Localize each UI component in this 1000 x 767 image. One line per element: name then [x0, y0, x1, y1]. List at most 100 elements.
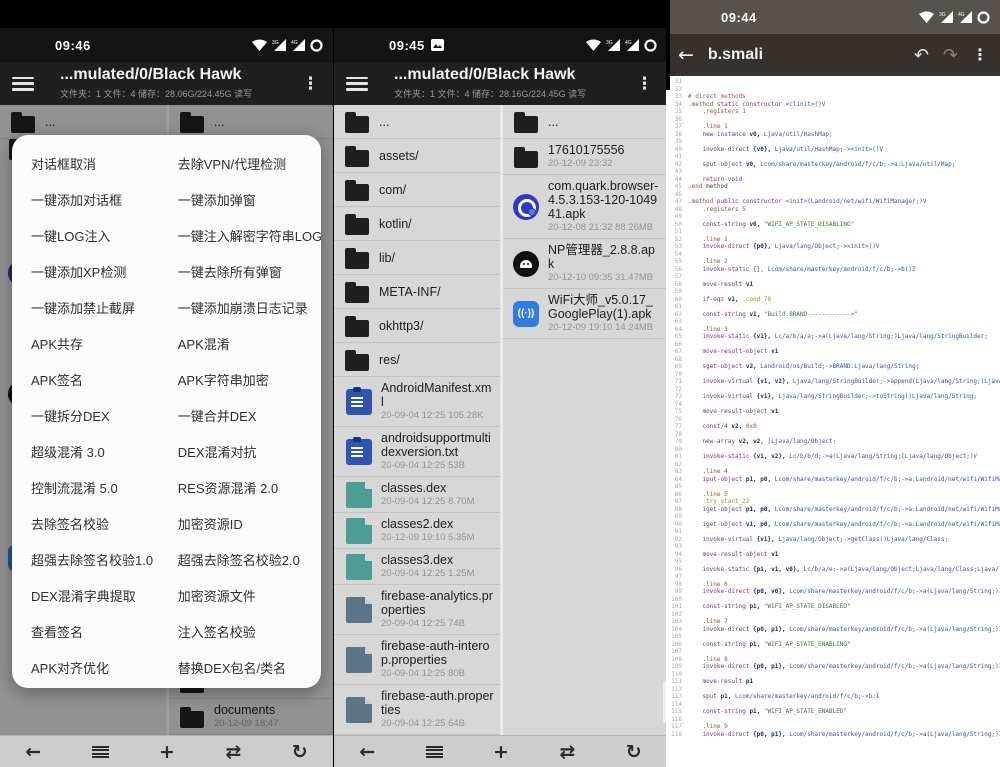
- code-line[interactable]: 40 invoke-direct {v0}, Ljava/util/HashMa…: [666, 146, 1000, 154]
- menu-item[interactable]: APK对齐优化: [12, 658, 159, 677]
- code-line[interactable]: 112: [666, 686, 1000, 694]
- menu-item[interactable]: 加密资源ID: [159, 514, 321, 533]
- code-line[interactable]: 39: [666, 138, 1000, 146]
- file-row[interactable]: META-INF/: [334, 275, 500, 309]
- menu-item[interactable]: DEX混淆对抗: [159, 442, 321, 461]
- code-line[interactable]: 37 .line 1: [666, 123, 1000, 131]
- code-line[interactable]: 91: [666, 528, 1000, 536]
- code-line[interactable]: 77 const/4 v2, 0x0: [666, 423, 1000, 431]
- code-line[interactable]: 60 if-eqz v1, :cond_78: [666, 296, 1000, 304]
- code-line[interactable]: 98 .line 6: [666, 581, 1000, 589]
- code-line[interactable]: 35 .registers 1: [666, 108, 1000, 116]
- menu-item[interactable]: APK混淆: [159, 334, 321, 353]
- file-row[interactable]: okhttp3/: [334, 309, 500, 343]
- file-row[interactable]: com/: [334, 173, 500, 207]
- file-row[interactable]: NP管理器_2.8.8.apk 20-12-10 09:35 31.47MB: [503, 239, 667, 289]
- code-line[interactable]: 113 sput p1, Lcom/share/masterkey/androi…: [666, 693, 1000, 701]
- menu-item[interactable]: 替换DEX包名/类名: [159, 658, 321, 677]
- code-line[interactable]: 67 move-result-object v1: [666, 348, 1000, 356]
- code-line[interactable]: 65 invoke-static {v1}, Lc/a/b/a/a;->a(Lj…: [666, 333, 1000, 341]
- code-line[interactable]: 34.method static constructor <clinit>()V: [666, 101, 1000, 109]
- back-icon[interactable]: ←: [359, 742, 375, 762]
- code-line[interactable]: 41: [666, 153, 1000, 161]
- code-line[interactable]: 99 invoke-direct {p0, v0}, Lcom/share/ma…: [666, 588, 1000, 596]
- file-row[interactable]: kotlin/: [334, 207, 500, 241]
- code-line[interactable]: 56 invoke-static {}, Lcom/share/masterke…: [666, 266, 1000, 274]
- menu-item[interactable]: DEX混淆字典提取: [12, 586, 159, 605]
- file-row[interactable]: ...: [334, 105, 500, 139]
- file-row[interactable]: classes2.dex 20-12-09 19:10 5.35M: [334, 513, 500, 549]
- code-line[interactable]: 116: [666, 716, 1000, 724]
- tasks-icon[interactable]: [426, 746, 443, 759]
- code-line[interactable]: 36: [666, 116, 1000, 124]
- add-icon[interactable]: +: [493, 742, 509, 762]
- code-line[interactable]: 88 iget-object p1, p0, Lcom/share/master…: [666, 506, 1000, 514]
- code-line[interactable]: 74: [666, 401, 1000, 409]
- code-line[interactable]: 33# direct methods: [666, 93, 1000, 101]
- menu-item[interactable]: 一键添加禁止截屏: [12, 298, 159, 317]
- code-line[interactable]: 78: [666, 431, 1000, 439]
- menu-item[interactable]: 一键拆分DEX: [12, 406, 159, 425]
- code-line[interactable]: 86 .line 5: [666, 491, 1000, 499]
- code-line[interactable]: 97: [666, 573, 1000, 581]
- file-row[interactable]: firebase-auth.properties 20-09-04 12:25 …: [334, 685, 500, 735]
- code-view[interactable]: 31 32 33# direct methods34.method static…: [666, 76, 1000, 767]
- code-line[interactable]: 100: [666, 596, 1000, 604]
- menu-item[interactable]: APK字符串加密: [159, 370, 321, 389]
- code-line[interactable]: 42 sput-object v0, Lcom/share/masterkey/…: [666, 161, 1000, 169]
- code-line[interactable]: 53 invoke-direct {p0}, Ljava/lang/Object…: [666, 243, 1000, 251]
- code-line[interactable]: 75 move-result-object v1: [666, 408, 1000, 416]
- code-line[interactable]: 108 .line 8: [666, 656, 1000, 664]
- code-line[interactable]: 85: [666, 483, 1000, 491]
- file-row[interactable]: com.quark.browser-4.5.3.153-120-104941.a…: [503, 175, 667, 239]
- file-row[interactable]: lib/: [334, 241, 500, 275]
- menu-item[interactable]: 注入签名校验: [159, 622, 321, 641]
- undo-icon[interactable]: ↶: [914, 45, 929, 66]
- code-line[interactable]: 80: [666, 446, 1000, 454]
- code-line[interactable]: 110: [666, 671, 1000, 679]
- file-row[interactable]: ...: [503, 105, 667, 139]
- file-row[interactable]: firebase-auth-interop.properties 20-09-0…: [334, 635, 500, 685]
- code-line[interactable]: 50 const-string v0, "WIFI_AP_STATE_DISAB…: [666, 221, 1000, 229]
- menu-item[interactable]: 一键添加崩溃日志记录: [159, 298, 321, 317]
- code-line[interactable]: 89: [666, 513, 1000, 521]
- path-title[interactable]: ...mulated/0/Black Hawk: [394, 66, 575, 83]
- back-icon[interactable]: ←: [25, 742, 41, 762]
- code-line[interactable]: 71 invoke-virtual {v1, v2}, Ljava/lang/S…: [666, 378, 1000, 386]
- file-row[interactable]: classes3.dex 20-09-04 12:25 1.25M: [334, 549, 500, 585]
- menu-item[interactable]: 一键LOG注入: [12, 226, 159, 245]
- code-line[interactable]: 46: [666, 191, 1000, 199]
- code-line[interactable]: 83 .line 4: [666, 468, 1000, 476]
- code-line[interactable]: 51: [666, 228, 1000, 236]
- code-line[interactable]: 76: [666, 416, 1000, 424]
- code-line[interactable]: 104 invoke-direct {p0, p1}, Lcom/share/m…: [666, 626, 1000, 634]
- refresh-icon[interactable]: ↻: [626, 742, 642, 762]
- code-line[interactable]: 84 iput-object p1, p0, Lcom/share/master…: [666, 476, 1000, 484]
- refresh-icon[interactable]: ↻: [292, 742, 308, 762]
- menu-icon[interactable]: [12, 77, 34, 91]
- swap-panes-icon[interactable]: ⇄: [559, 742, 575, 762]
- file-row[interactable]: classes.dex 20-09-04 12:25 8.70M: [334, 477, 500, 513]
- code-line[interactable]: 115 const-string p1, "WIFI_AP_STATE_ENAB…: [666, 708, 1000, 716]
- overflow-menu-icon[interactable]: ⋮: [632, 76, 657, 92]
- code-line[interactable]: 101 const-string p1, "WIFI_AP_STATE_DISA…: [666, 603, 1000, 611]
- code-line[interactable]: 63: [666, 318, 1000, 326]
- code-line[interactable]: 55 .line 2: [666, 258, 1000, 266]
- code-line[interactable]: 54: [666, 251, 1000, 259]
- menu-item[interactable]: 一键添加弹窗: [159, 190, 321, 209]
- code-line[interactable]: 61: [666, 303, 1000, 311]
- code-line[interactable]: 45.end method: [666, 183, 1000, 191]
- menu-item[interactable]: 超级混淆 3.0: [12, 442, 159, 461]
- path-title[interactable]: ...mulated/0/Black Hawk: [60, 66, 241, 83]
- overflow-menu-icon[interactable]: ⋮: [972, 45, 988, 65]
- redo-icon[interactable]: ↷: [943, 45, 958, 66]
- code-line[interactable]: 103 .line 7: [666, 618, 1000, 626]
- code-line[interactable]: 70: [666, 371, 1000, 379]
- code-line[interactable]: 105: [666, 633, 1000, 641]
- tasks-icon[interactable]: [92, 746, 109, 759]
- file-row[interactable]: AndroidManifest.xml 20-09-04 12:25 105.2…: [334, 377, 500, 427]
- code-line[interactable]: 48 .registers 5: [666, 206, 1000, 214]
- menu-item[interactable]: 控制流混淆 5.0: [12, 478, 159, 497]
- code-line[interactable]: 57: [666, 273, 1000, 281]
- menu-item[interactable]: 一键添加XP检测: [12, 262, 159, 281]
